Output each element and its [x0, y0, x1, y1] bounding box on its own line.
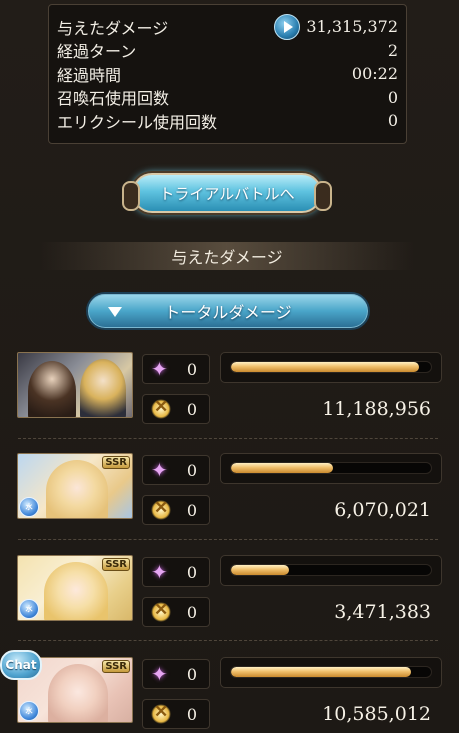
character-portrait[interactable]: SSR 水	[17, 555, 133, 621]
ougi-icon	[151, 498, 171, 520]
ougi-icon	[151, 702, 171, 724]
stat-label: 経過時間	[57, 65, 122, 85]
sparkle-icon	[151, 560, 169, 584]
skill-count-box: 0	[142, 455, 210, 485]
ougi-count: 0	[186, 602, 197, 622]
character-row: 0 0 11,188,956	[0, 352, 459, 452]
row-divider	[18, 539, 438, 540]
damage-value: 3,471,383	[334, 601, 431, 623]
row-divider	[18, 640, 438, 641]
ougi-count: 0	[186, 500, 197, 520]
battle-stats-panel: 与えたダメージ 31,315,372 経過ターン 2 経過時間 00:22 召喚…	[48, 4, 407, 144]
stat-row-turns: 経過ターン 2	[57, 39, 398, 63]
stat-row-damage: 与えたダメージ 31,315,372	[57, 13, 398, 40]
skill-count: 0	[186, 460, 197, 480]
water-element-icon: 水	[19, 701, 39, 721]
ougi-count: 0	[186, 399, 197, 419]
stat-row-summons: 召喚石使用回数 0	[57, 86, 398, 110]
ssr-badge: SSR	[102, 660, 130, 673]
damage-bar-track	[230, 564, 432, 576]
ssr-badge: SSR	[102, 456, 130, 469]
damage-section-header: 与えたダメージ	[40, 242, 414, 270]
damage-bar-track	[230, 666, 432, 678]
ougi-count-box: 0	[142, 597, 210, 627]
character-portrait[interactable]	[17, 352, 133, 418]
damage-bar-track	[230, 462, 432, 474]
sparkle-icon	[151, 357, 169, 381]
skill-count: 0	[186, 562, 197, 582]
skill-count-box: 0	[142, 659, 210, 689]
water-element-icon: 水	[19, 497, 39, 517]
dropdown-label: トータルダメージ	[164, 303, 292, 322]
damage-type-dropdown[interactable]: トータルダメージ	[86, 292, 370, 330]
ougi-count-box: 0	[142, 394, 210, 424]
stat-label: 経過ターン	[57, 42, 137, 62]
stat-value: 00:22	[351, 64, 398, 84]
character-portrait[interactable]: SSR 水	[17, 453, 133, 519]
skill-count-box: 0	[142, 557, 210, 587]
ougi-count-box: 0	[142, 495, 210, 525]
trial-battle-button[interactable]: トライアルバトルへ	[122, 173, 332, 213]
damage-bar-frame	[220, 352, 442, 383]
damage-value: 11,188,956	[322, 398, 431, 420]
ssr-badge: SSR	[102, 558, 130, 571]
ougi-icon	[151, 600, 171, 622]
damage-bar-fill	[231, 667, 411, 677]
stat-value: 2	[387, 40, 398, 60]
stat-row-time: 経過時間 00:22	[57, 62, 398, 86]
character-row: SSR 水 0 0 6,070,021	[0, 453, 459, 553]
character-row: SSR 水 0 0 10,585,012	[0, 657, 459, 733]
damage-bar-track	[230, 361, 432, 373]
stat-label: 与えたダメージ	[57, 18, 169, 38]
section-title: 与えたダメージ	[171, 248, 283, 267]
chat-label: Chat	[5, 658, 37, 672]
stat-value: 31,315,372	[306, 17, 398, 37]
damage-value: 10,585,012	[322, 703, 431, 725]
damage-bar-frame	[220, 657, 442, 688]
dropdown-arrow-icon	[108, 307, 122, 317]
ougi-count-box: 0	[142, 699, 210, 729]
damage-bar-frame	[220, 453, 442, 484]
ougi-icon	[151, 397, 171, 419]
chat-button[interactable]: Chat	[0, 650, 42, 680]
stat-value: 0	[387, 111, 398, 131]
damage-bar-fill	[231, 463, 333, 473]
stat-label: エリクシール使用回数	[57, 112, 218, 132]
damage-value: 6,070,021	[334, 499, 431, 521]
row-divider	[18, 438, 438, 439]
stat-label: 召喚石使用回数	[57, 89, 170, 109]
ougi-count: 0	[186, 704, 197, 724]
sparkle-icon	[151, 662, 169, 686]
water-element-icon: 水	[19, 599, 39, 619]
sparkle-icon	[151, 458, 169, 482]
stat-row-elixir: エリクシール使用回数 0	[57, 109, 398, 133]
play-icon[interactable]	[274, 13, 301, 40]
skill-count: 0	[186, 359, 197, 379]
stat-value: 0	[387, 87, 398, 107]
skill-count-box: 0	[142, 354, 210, 384]
battle-result-page: 与えたダメージ 31,315,372 経過ターン 2 経過時間 00:22 召喚…	[0, 0, 459, 733]
skill-count: 0	[186, 664, 197, 684]
damage-bar-fill	[231, 565, 289, 575]
damage-bar-frame	[220, 555, 442, 586]
damage-bar-fill	[231, 362, 419, 372]
trial-battle-label: トライアルバトルへ	[159, 184, 295, 203]
